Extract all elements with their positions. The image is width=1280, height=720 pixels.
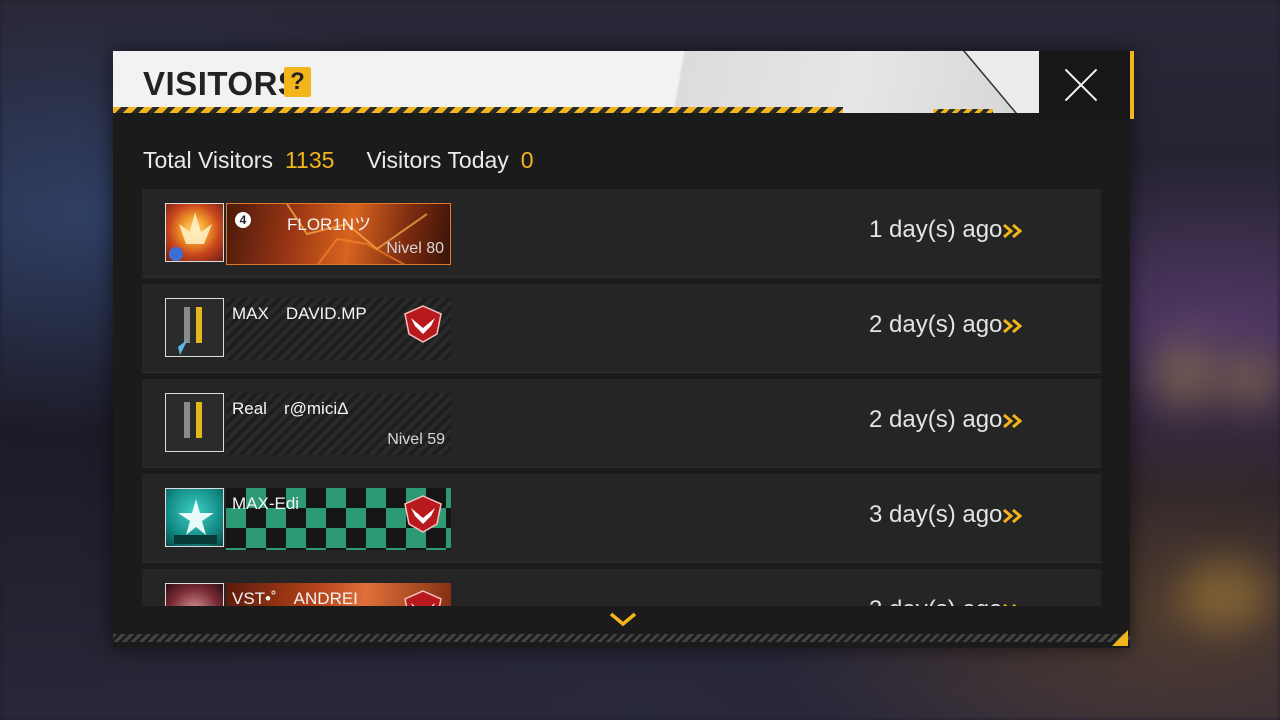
double-chevron-right-icon[interactable] bbox=[1002, 508, 1024, 524]
player-name: VST•˚ ANDREI bbox=[232, 589, 358, 606]
avatar[interactable] bbox=[165, 583, 224, 606]
hazard-stripe bbox=[113, 107, 843, 113]
double-chevron-right-icon[interactable] bbox=[1002, 603, 1024, 606]
avatar[interactable] bbox=[165, 393, 224, 452]
double-chevron-right-icon[interactable] bbox=[1002, 223, 1024, 239]
chevron-down-icon[interactable] bbox=[608, 611, 638, 629]
player-card[interactable]: 4 FLOR1Nツ Nivel 80 bbox=[165, 203, 451, 265]
visitor-row[interactable]: MAX-Edi 3 day(s) ago bbox=[142, 474, 1101, 563]
avatar[interactable] bbox=[165, 488, 224, 547]
visit-time: 1 day(s) ago bbox=[869, 216, 1003, 243]
avatar[interactable] bbox=[165, 203, 224, 262]
corner-accent bbox=[1112, 630, 1128, 646]
player-name: FLOR1Nツ bbox=[287, 215, 372, 234]
guild-emblem-icon bbox=[404, 590, 442, 606]
bottom-stripe bbox=[113, 634, 1130, 642]
visitor-row[interactable]: MAX DAVID.MP 2 day(s) ago bbox=[142, 284, 1101, 373]
visit-time: 3 day(s) ago bbox=[869, 596, 1002, 606]
player-card[interactable]: MAX DAVID.MP bbox=[165, 298, 451, 360]
visitor-stats: Total Visitors 1135 Visitors Today 0 bbox=[143, 147, 534, 174]
player-level: Nivel 59 bbox=[387, 431, 445, 448]
player-card[interactable]: MAX-Edi bbox=[165, 488, 451, 550]
background-blob bbox=[1220, 350, 1280, 410]
visitors-panel: VISITORS ? Total Visitors 1135 Visitors To… bbox=[113, 51, 1134, 648]
player-banner: MAX-Edi bbox=[226, 488, 451, 550]
double-chevron-right-icon[interactable] bbox=[1002, 413, 1024, 429]
player-banner: 4 FLOR1Nツ Nivel 80 bbox=[226, 203, 451, 265]
close-button[interactable] bbox=[1039, 51, 1134, 119]
rank-badge: 4 bbox=[235, 212, 251, 228]
visit-time: 2 day(s) ago bbox=[869, 311, 1003, 338]
guild-emblem-icon bbox=[404, 495, 442, 533]
panel-header: VISITORS ? bbox=[113, 51, 1039, 113]
player-name: MAX-Edi bbox=[232, 494, 300, 513]
visitor-row[interactable]: VST•˚ ANDREI 3 day(s) ago bbox=[142, 569, 1101, 606]
visitors-today-value: 0 bbox=[520, 147, 534, 173]
player-card[interactable]: Real r@miciΔ Nivel 59 bbox=[165, 393, 451, 455]
page-title: VISITORS bbox=[143, 65, 301, 102]
total-visitors-label: Total Visitors bbox=[143, 147, 273, 173]
double-chevron-right-icon[interactable] bbox=[1002, 318, 1024, 334]
player-banner: VST•˚ ANDREI bbox=[226, 583, 451, 606]
player-banner: MAX DAVID.MP bbox=[226, 298, 451, 360]
player-level: Nivel 80 bbox=[386, 240, 444, 257]
background-blob bbox=[1150, 340, 1220, 410]
visitor-row[interactable]: Real r@miciΔ Nivel 59 2 day(s) ago bbox=[142, 379, 1101, 468]
help-icon[interactable]: ? bbox=[284, 67, 311, 97]
player-banner: Real r@miciΔ Nivel 59 bbox=[226, 393, 451, 455]
avatar[interactable] bbox=[165, 298, 224, 357]
guild-emblem-icon bbox=[404, 305, 442, 343]
visit-time: 2 day(s) ago bbox=[869, 406, 1003, 433]
player-name: Real r@miciΔ bbox=[232, 399, 349, 418]
visitor-list[interactable]: 4 FLOR1Nツ Nivel 80 1 day(s) ago MAX DAVI… bbox=[142, 189, 1101, 606]
visitors-today-label: Visitors Today bbox=[366, 147, 509, 173]
visitor-row[interactable]: 4 FLOR1Nツ Nivel 80 1 day(s) ago bbox=[142, 189, 1101, 278]
close-icon[interactable] bbox=[1063, 67, 1099, 103]
background-blob bbox=[1180, 560, 1270, 630]
player-card[interactable]: VST•˚ ANDREI bbox=[165, 583, 451, 606]
visit-time: 3 day(s) ago bbox=[869, 501, 1003, 528]
total-visitors-value: 1135 bbox=[284, 147, 335, 173]
player-name: MAX DAVID.MP bbox=[232, 304, 367, 323]
